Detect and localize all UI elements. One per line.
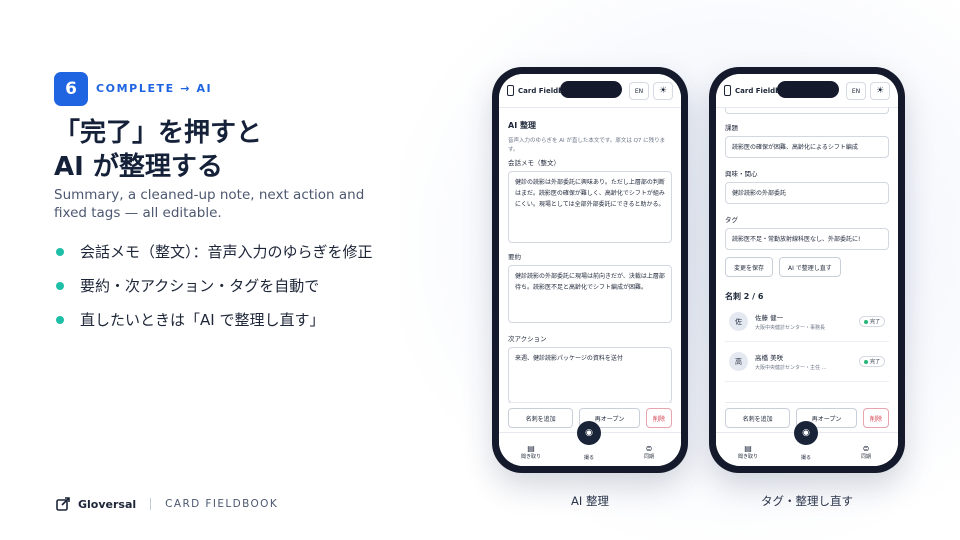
- person-org: 大阪中央健診センター・主任 …: [755, 365, 827, 371]
- app-title: Card Fieldb: [735, 86, 781, 95]
- bullet-dot-icon: [56, 248, 64, 256]
- phone-mockup-ai-summary: Card Fieldbook EN ☀ AI 整理 音声入力のゆらぎを AI が…: [492, 67, 688, 473]
- cards-count-title: 名刺 2 / 6: [725, 292, 764, 301]
- language-toggle-button[interactable]: EN: [846, 82, 866, 100]
- bottom-tab-bar: ▤ 聞き取り ◉ 撮る ⊜ 同期: [716, 421, 898, 466]
- reorganize-ai-button[interactable]: AI で整理し直す: [779, 257, 841, 277]
- section-title: AI 整理: [508, 121, 536, 130]
- phone-screen: Card Fieldb EN ☀ 25-Sep-2026 課題 読影医の確保が困…: [716, 74, 898, 466]
- ai-summary-form: AI 整理 音声入力のゆらぎを AI が直した本文です。原文は Q7 に残ります…: [499, 112, 681, 432]
- title-line-2: AI が整理する: [54, 152, 223, 182]
- next-action-textarea[interactable]: 来週、健診読影パッケージの資料を送付: [508, 347, 672, 403]
- save-changes-button[interactable]: 変更を保存: [725, 257, 774, 277]
- status-badge: 完了: [858, 316, 885, 327]
- summary-textarea[interactable]: 健診読影の外部委託に現場は前向きだが、決裁は上層部待ち。読影医不足と高齢化でシフ…: [508, 265, 672, 323]
- phone-mockup-tags: Card Fieldb EN ☀ 25-Sep-2026 課題 読影医の確保が困…: [709, 67, 905, 473]
- bottom-tab-bar: ▤ 聞き取り ◉ 撮る ⊜ 同期: [499, 421, 681, 466]
- issue-label: 課題: [725, 124, 738, 132]
- list-item[interactable]: 佐 佐藤 健一大阪中央健診センター・事務長 完了: [725, 302, 889, 342]
- status-badge: 完了: [858, 356, 885, 367]
- delete-button[interactable]: 削除: [646, 408, 672, 428]
- bullet-dot-icon: [56, 316, 64, 324]
- notes-icon: ▤: [744, 444, 752, 453]
- brand-logo-icon: [56, 497, 70, 511]
- brand-name: Gloversal: [78, 497, 137, 511]
- person-name: 佐藤 健一: [755, 314, 784, 322]
- phone-caption-ai-summary: AI 整理: [571, 494, 609, 508]
- footer-divider: [150, 498, 152, 510]
- person-name: 高橋 美咲: [755, 354, 784, 362]
- summary-label: 要約: [508, 253, 521, 261]
- add-card-button[interactable]: 名刺を追加: [508, 408, 574, 428]
- phone-caption-tags: タグ・整理し直す: [761, 494, 853, 508]
- dynamic-island: [777, 81, 839, 98]
- slide-subtitle: Summary, a cleaned-up note, next action …: [54, 187, 365, 221]
- memo-label: 会話メモ（整文）: [508, 159, 560, 167]
- add-card-button[interactable]: 名刺を追加: [725, 408, 791, 428]
- step-label: COMPLETE → AI: [96, 82, 213, 95]
- card-logo-icon: [507, 85, 514, 96]
- bullet-item: 直したいときは「AI で整理し直す」: [56, 306, 380, 334]
- sun-icon[interactable]: ☀: [870, 82, 890, 100]
- notes-icon: ▤: [527, 444, 535, 453]
- tab-capture-label: 撮る: [583, 455, 594, 461]
- section-description: 音声入力のゆらぎを AI が直した本文です。原文は Q7 に残ります。: [508, 138, 666, 153]
- sync-icon: ⊜: [862, 444, 870, 453]
- card-logo-icon: [724, 85, 731, 96]
- edit-button-row: 変更を保存 AI で整理し直す: [725, 257, 889, 277]
- bullet-item: 会話メモ（整文）：音声入力のゆらぎを修正: [56, 238, 380, 266]
- tab-sync[interactable]: ⊜ 同期: [846, 444, 886, 460]
- card-edit-form: 25-Sep-2026 課題 読影医の確保が困難、高齢化によるシフト編成 興味・…: [716, 102, 898, 432]
- phone-screen: Card Fieldbook EN ☀ AI 整理 音声入力のゆらぎを AI が…: [499, 74, 681, 466]
- next-action-label: 次アクション: [508, 335, 547, 343]
- delete-button[interactable]: 削除: [863, 408, 889, 428]
- language-toggle-button[interactable]: EN: [629, 82, 649, 100]
- sun-icon[interactable]: ☀: [653, 82, 673, 100]
- issue-field[interactable]: 読影医の確保が困難、高齢化によるシフト編成: [725, 136, 889, 158]
- footer: Gloversal CARD FIELDBOOK: [56, 497, 278, 511]
- tab-listen[interactable]: ▤ 聞き取り: [728, 444, 768, 460]
- bullet-list: 会話メモ（整文）：音声入力のゆらぎを修正 要約・次アクション・タグを自動で 直し…: [56, 238, 380, 340]
- tab-listen[interactable]: ▤ 聞き取り: [511, 444, 551, 460]
- bullet-dot-icon: [56, 282, 64, 290]
- avatar: 高: [729, 352, 748, 371]
- product-name: CARD FIELDBOOK: [165, 498, 279, 510]
- title-line-1: 「完了」を押すと: [54, 118, 263, 148]
- tag-field[interactable]: 読影医不足・常勤放射線科医なし、外部委託に!: [725, 228, 889, 250]
- tag-label: タグ: [725, 216, 738, 224]
- sync-icon: ⊜: [645, 444, 653, 453]
- status-dot-icon: [863, 319, 868, 324]
- avatar: 佐: [729, 312, 748, 331]
- interest-field[interactable]: 健診読影の外部委託: [725, 182, 889, 204]
- bullet-item: 要約・次アクション・タグを自動で: [56, 272, 380, 300]
- status-dot-icon: [863, 359, 868, 364]
- list-item[interactable]: 高 高橋 美咲大阪中央健診センター・主任 … 完了: [725, 342, 889, 382]
- memo-textarea[interactable]: 健診の読影は外部委託に興味あり。ただし上層部の判断はまだ。読影医の確保が難しく、…: [508, 171, 672, 243]
- interest-label: 興味・関心: [725, 170, 758, 178]
- camera-icon[interactable]: ◉: [577, 421, 601, 445]
- camera-icon[interactable]: ◉: [794, 421, 818, 445]
- slide-title: 「完了」を押すと AI が整理する: [54, 116, 262, 184]
- dynamic-island: [560, 81, 622, 98]
- step-badge: 6: [54, 72, 88, 106]
- person-org: 大阪中央健診センター・事務長: [755, 325, 826, 331]
- tab-sync[interactable]: ⊜ 同期: [629, 444, 669, 460]
- tab-capture-label: 撮る: [800, 455, 811, 461]
